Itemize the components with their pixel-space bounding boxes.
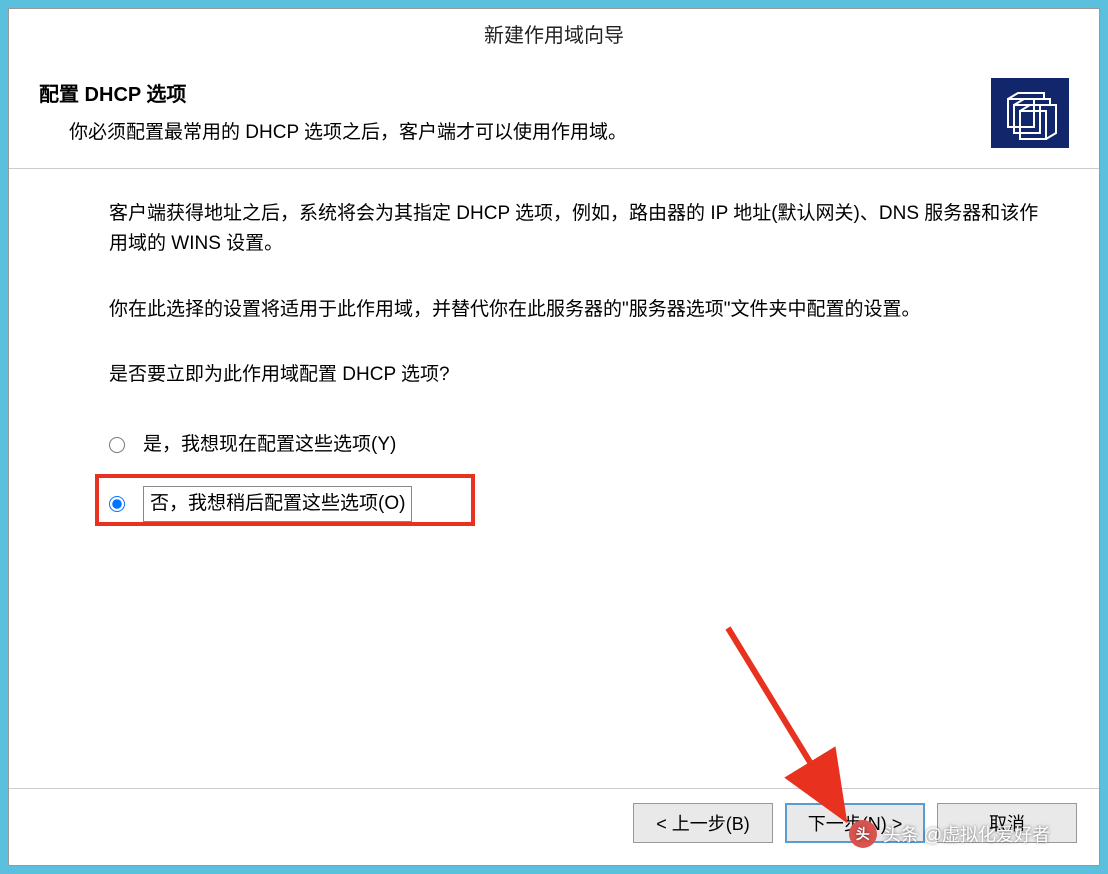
question-text: 是否要立即为此作用域配置 DHCP 选项? (109, 360, 1039, 390)
radio-option-yes[interactable]: 是，我想现在配置这些选项(Y) (109, 426, 1039, 464)
radio-no-label: 否，我想稍后配置这些选项(O) (143, 486, 412, 522)
wizard-content: 客户端获得地址之后，系统将会为其指定 DHCP 选项，例如，路由器的 IP 地址… (9, 169, 1099, 788)
folders-icon (991, 78, 1069, 148)
next-button[interactable]: 下一步(N) > (785, 803, 925, 843)
back-button[interactable]: < 上一步(B) (633, 803, 773, 843)
options-radio-group: 是，我想现在配置这些选项(Y) 否，我想稍后配置这些选项(O) (109, 426, 1039, 527)
radio-option-no[interactable]: 否，我想稍后配置这些选项(O) (109, 482, 1039, 526)
description-text-1: 客户端获得地址之后，系统将会为其指定 DHCP 选项，例如，路由器的 IP 地址… (109, 199, 1039, 260)
page-subtitle: 你必须配置最常用的 DHCP 选项之后，客户端才可以使用作用域。 (69, 117, 971, 144)
wizard-header: 配置 DHCP 选项 你必须配置最常用的 DHCP 选项之后，客户端才可以使用作… (9, 60, 1099, 169)
page-title: 配置 DHCP 选项 (39, 78, 971, 107)
window-title: 新建作用域向导 (9, 9, 1099, 60)
wizard-buttons: < 上一步(B) 下一步(N) > 取消 (9, 788, 1099, 865)
description-text-2: 你在此选择的设置将适用于此作用域，并替代你在此服务器的"服务器选项"文件夹中配置… (109, 295, 1039, 325)
radio-no-input[interactable] (109, 496, 125, 512)
cancel-button[interactable]: 取消 (937, 803, 1077, 843)
radio-yes-input[interactable] (109, 437, 125, 453)
wizard-window: 新建作用域向导 配置 DHCP 选项 你必须配置最常用的 DHCP 选项之后，客… (8, 8, 1100, 866)
radio-yes-label: 是，我想现在配置这些选项(Y) (143, 430, 396, 460)
